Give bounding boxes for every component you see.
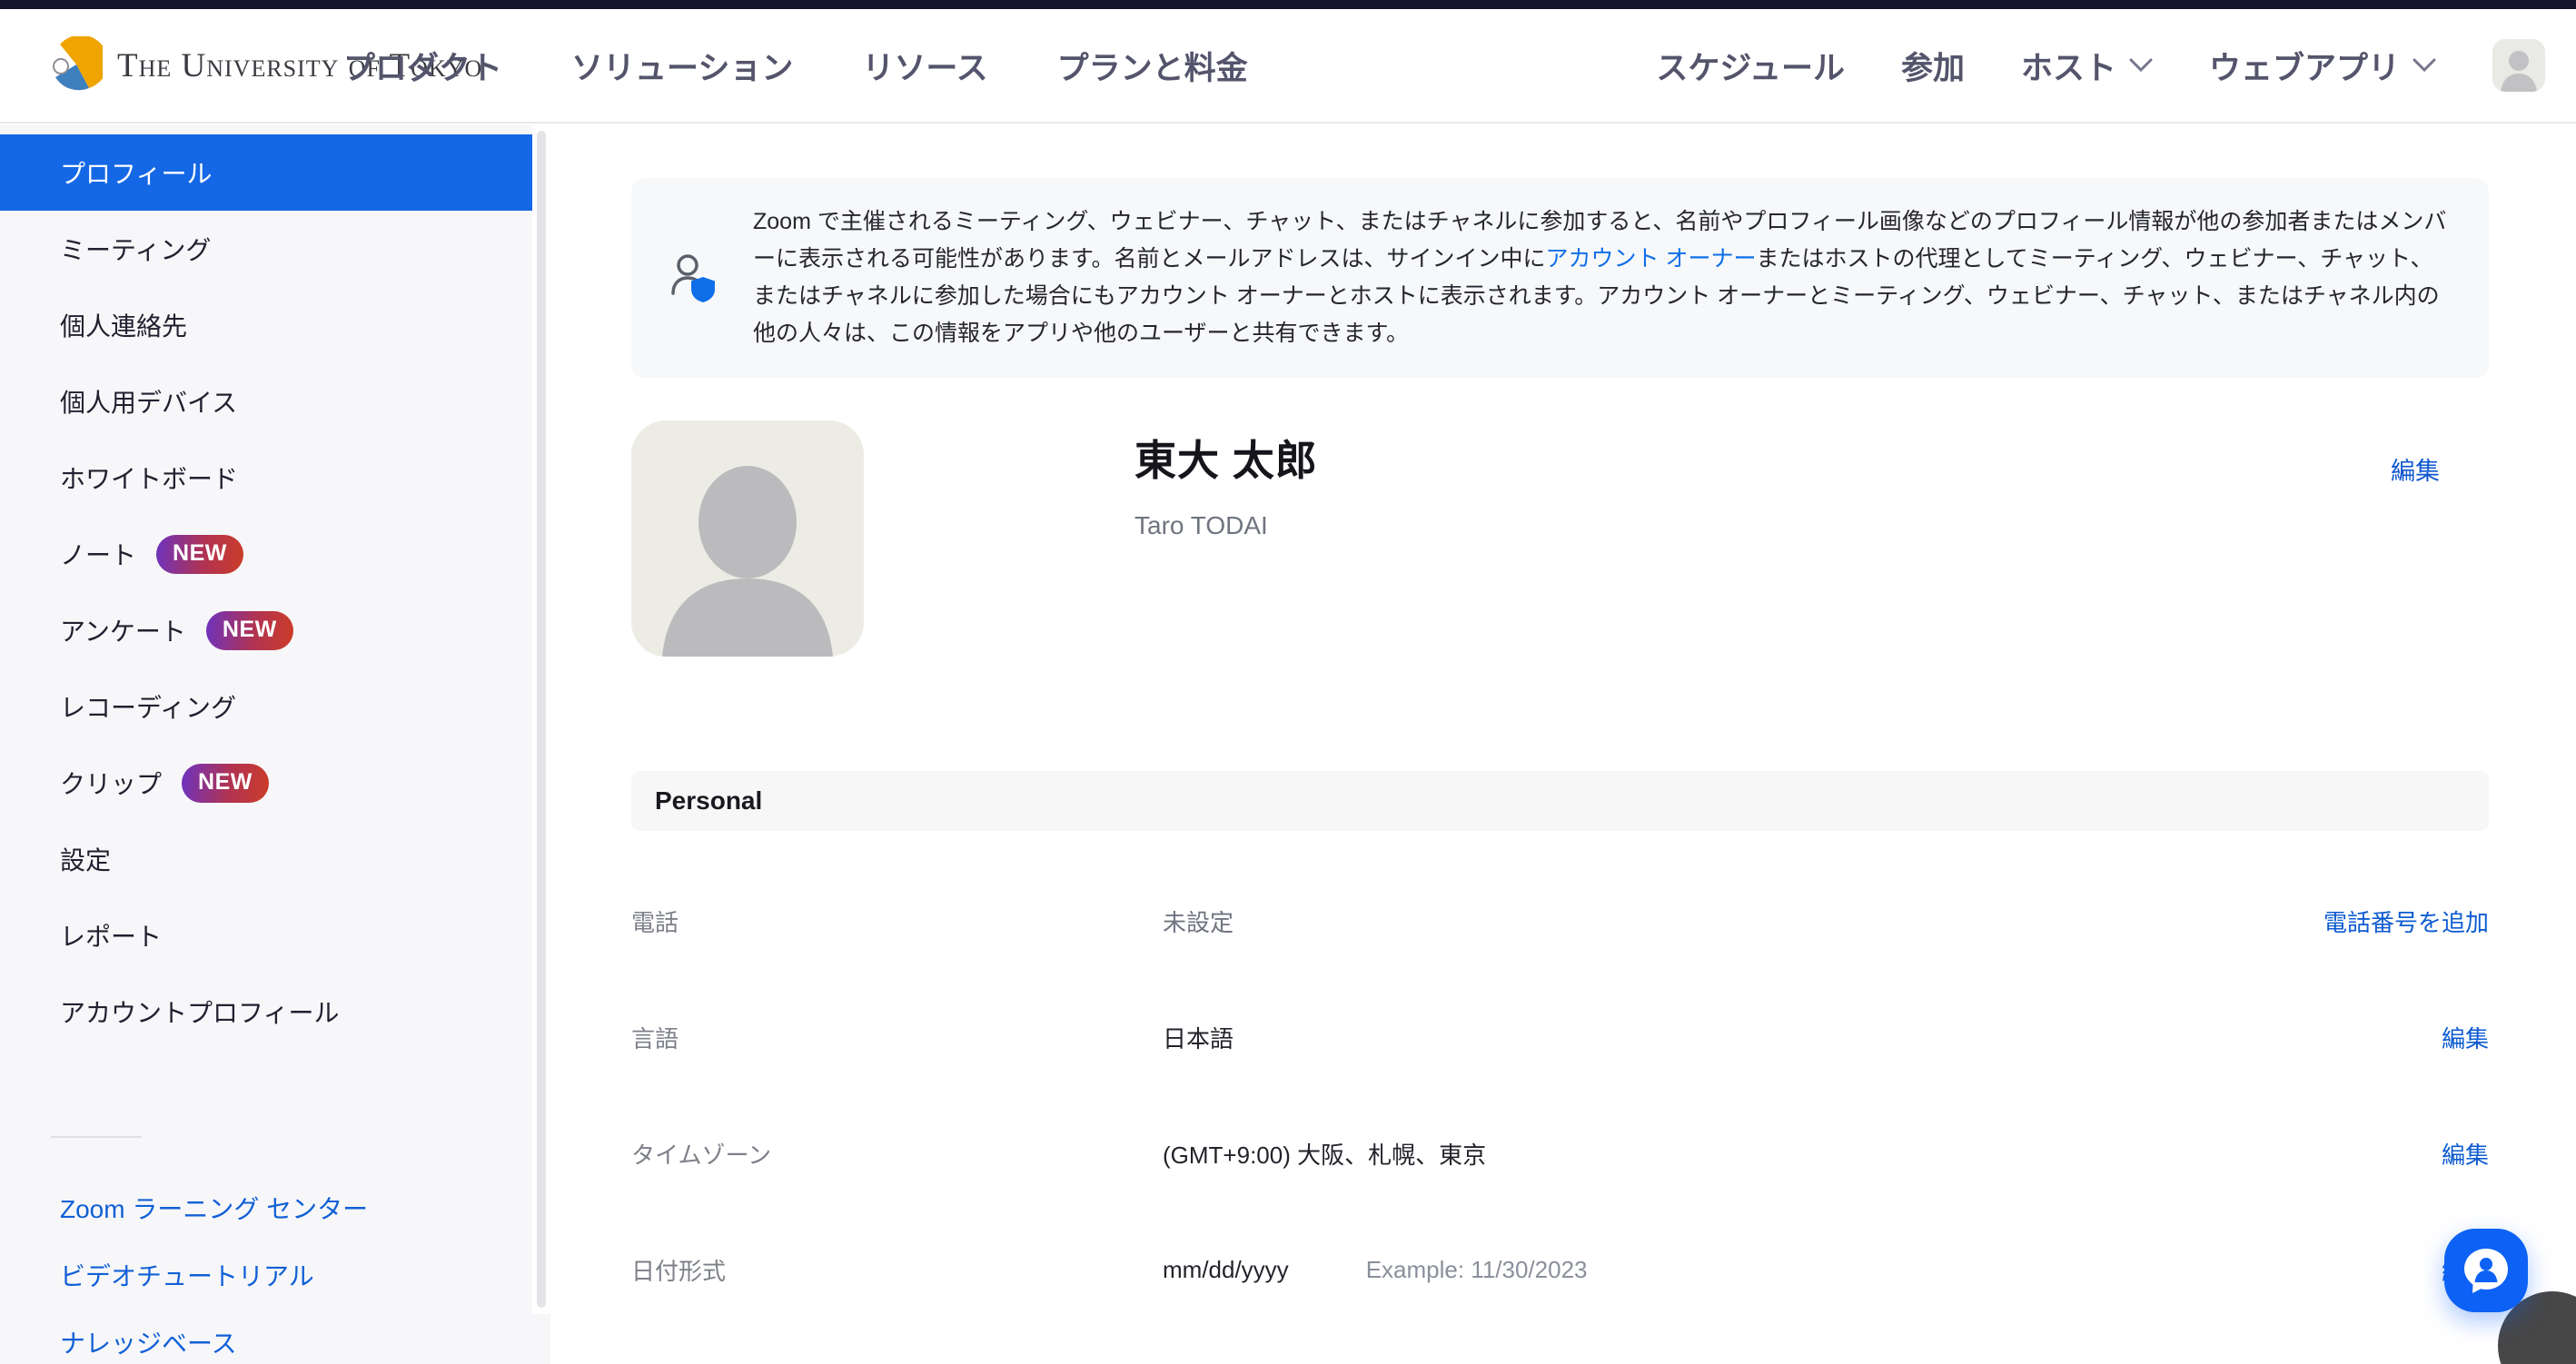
account-nav: スケジュール 参加 ホスト ウェブアプリ (1656, 9, 2545, 122)
nav-products[interactable]: プロダクト (343, 43, 502, 89)
top-header: The University of Tokyo プロダクト ソリューション リソ… (0, 9, 2576, 124)
chevron-down-icon (2413, 58, 2436, 73)
profile-names: 東大 太郎 Taro TODAI (1134, 420, 1318, 657)
sidebar-item-surveys[interactable]: アンケート NEW (0, 592, 532, 668)
sidebar-item-whiteboard[interactable]: ホワイトボード (0, 440, 532, 516)
sidebar-link-knowledge-base[interactable]: ナレッジベース (0, 1309, 532, 1364)
add-phone-number-link[interactable]: 電話番号を追加 (2323, 904, 2489, 938)
sidebar-item-notes[interactable]: ノート NEW (0, 516, 532, 592)
main-content: Zoom で主催されるミーティング、ウェビナー、チャット、またはチャネルに参加す… (550, 125, 2576, 1364)
new-badge: NEW (156, 535, 243, 574)
profile-display-name: 東大 太郎 (1134, 428, 1318, 488)
main-nav: プロダクト ソリューション リソース プランと料金 (343, 9, 1248, 122)
personal-section-header: Personal (631, 771, 2489, 831)
header-avatar[interactable] (2492, 39, 2545, 92)
nav-schedule[interactable]: スケジュール (1656, 43, 1845, 89)
sidebar-link-video-tutorials[interactable]: ビデオチュートリアル (0, 1241, 532, 1309)
sidebar-divider (51, 1136, 142, 1138)
privacy-icon-column (631, 252, 753, 304)
support-chat-icon (2462, 1246, 2511, 1295)
nav-webapp-menu[interactable]: ウェブアプリ (2209, 43, 2436, 89)
nav-resources[interactable]: リソース (862, 43, 987, 89)
profile-summary: 東大 太郎 Taro TODAI 編集 (631, 420, 2489, 657)
nav-host-menu[interactable]: ホスト (2021, 43, 2153, 89)
row-value: (GMT+9:00) 大阪、札幌、東京 (1163, 1137, 1486, 1171)
sidebar-item-settings[interactable]: 設定 (0, 821, 532, 897)
row-value: 日本語 (1163, 1021, 1234, 1054)
support-button[interactable] (2444, 1229, 2528, 1312)
sidebar-item-account-profile[interactable]: アカウントプロフィール (0, 974, 532, 1050)
privacy-notice: Zoom で主催されるミーティング、ウェビナー、チャット、またはチャネルに参加す… (631, 178, 2489, 378)
privacy-notice-text: Zoom で主催されるミーティング、ウェビナー、チャット、またはチャネルに参加す… (753, 203, 2449, 352)
profile-romanized-name: Taro TODAI (1134, 511, 1318, 540)
edit-language-link[interactable]: 編集 (2442, 1021, 2489, 1054)
timezone-row: タイムゾーン (GMT+9:00) 大阪、札幌、東京 編集 (631, 1095, 2489, 1211)
personal-section-title: Personal (655, 786, 762, 815)
chevron-down-icon (2129, 58, 2153, 73)
zoom-profile-page: The University of Tokyo プロダクト ソリューション リソ… (0, 0, 2576, 1364)
date-format-example: Example: 11/30/2023 (1366, 1256, 1588, 1284)
sidebar-item-reports[interactable]: レポート (0, 897, 532, 974)
person-silhouette-icon (2492, 39, 2545, 92)
personal-rows: 電話 未設定 電話番号を追加 言語 日本語 編集 タイムゾーン (GMT+9:0… (631, 863, 2489, 1328)
sidebar-item-recordings[interactable]: レコーディング (0, 668, 532, 745)
top-accent-strip (0, 0, 2576, 9)
row-value: 未設定 (1163, 904, 1234, 938)
date-format-row: 日付形式 mm/dd/yyyy Example: 11/30/2023 編集 (631, 1211, 2489, 1328)
nav-plans-pricing[interactable]: プランと料金 (1057, 43, 1248, 89)
new-badge: NEW (206, 611, 293, 650)
sidebar-item-meetings[interactable]: ミーティング (0, 211, 532, 287)
sidebar-scrollbar-thumb[interactable] (537, 131, 546, 1308)
user-privacy-shield-icon (668, 252, 717, 304)
phone-row: 電話 未設定 電話番号を追加 (631, 863, 2489, 979)
row-label: 電話 (631, 904, 1163, 938)
profile-avatar[interactable] (631, 420, 864, 657)
row-label: 言語 (631, 1021, 1163, 1054)
ginkgo-leaf-icon (50, 36, 103, 95)
sidebar-footer-links: Zoom ラーニング センター ビデオチュートリアル ナレッジベース (0, 1174, 550, 1364)
sidebar-item-personal-contacts[interactable]: 個人連絡先 (0, 287, 532, 363)
row-value: mm/dd/yyyy (1163, 1256, 1289, 1284)
account-owner-link[interactable]: アカウント オーナー (1546, 246, 1757, 272)
new-badge: NEW (182, 764, 269, 803)
person-silhouette-icon (631, 420, 864, 657)
language-row: 言語 日本語 編集 (631, 979, 2489, 1095)
nav-join[interactable]: 参加 (1901, 43, 1965, 89)
sidebar-item-clips[interactable]: クリップ NEW (0, 745, 532, 821)
sidebar-nav: プロフィール ミーティング 個人連絡先 個人用デバイス ホワイトボード ノート … (0, 125, 550, 1050)
row-label: タイムゾーン (631, 1137, 1163, 1171)
page-body: プロフィール ミーティング 個人連絡先 個人用デバイス ホワイトボード ノート … (0, 125, 2576, 1364)
sidebar: プロフィール ミーティング 個人連絡先 個人用デバイス ホワイトボード ノート … (0, 125, 550, 1364)
row-label: 日付形式 (631, 1253, 1163, 1287)
nav-solutions[interactable]: ソリューション (571, 43, 793, 89)
sidebar-link-learning-center[interactable]: Zoom ラーニング センター (0, 1174, 532, 1241)
profile-edit-link[interactable]: 編集 (2391, 451, 2440, 487)
sidebar-item-personal-devices[interactable]: 個人用デバイス (0, 363, 532, 440)
sidebar-item-profile[interactable]: プロフィール (0, 134, 532, 211)
edit-timezone-link[interactable]: 編集 (2442, 1137, 2489, 1171)
